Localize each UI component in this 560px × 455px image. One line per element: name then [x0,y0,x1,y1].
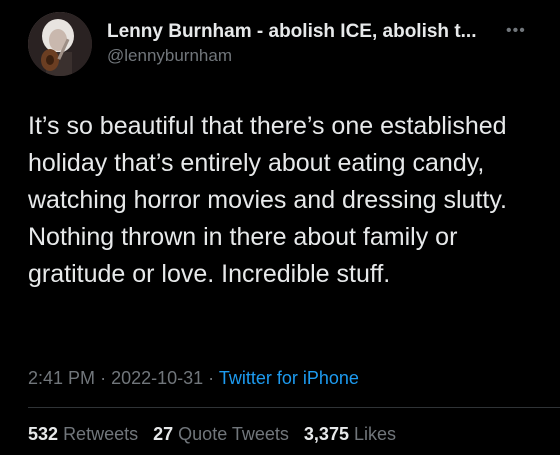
user-handle[interactable]: @lennyburnham [107,46,232,66]
tweet-text: It’s so beautiful that there’s one estab… [28,112,507,288]
quotes-label: Quote Tweets [178,424,289,444]
likes-label: Likes [353,424,397,444]
retweets-label: Retweets [63,424,139,444]
avatar[interactable] [28,12,92,76]
retweets-stat[interactable]: 532 Retweets [28,424,138,444]
tweet-time[interactable]: 2:41 PM [28,368,95,388]
tweet-date[interactable]: 2022-10-31 [111,368,203,388]
meta-separator: · [100,368,107,388]
quotes-count: 27 [153,424,174,444]
tweet-stats: 532 Retweets 27 Quote Tweets 3,375 Likes [28,424,396,445]
likes-stat[interactable]: 3,375 Likes [304,424,396,444]
display-name[interactable]: Lenny Burnham - abolish ICE, abolish t..… [107,21,497,43]
tweet-source[interactable]: Twitter for iPhone [219,368,359,388]
retweets-count: 532 [28,424,59,444]
quotes-stat[interactable]: 27 Quote Tweets [153,424,289,444]
meta-separator: · [208,368,215,388]
divider [28,407,560,408]
tweet-meta: 2:41 PM · 2022-10-31 · Twitter for iPhon… [28,368,359,389]
likes-count: 3,375 [303,424,349,444]
avatar-image [28,12,92,76]
more-dots-icon[interactable]: ••• [506,23,526,39]
